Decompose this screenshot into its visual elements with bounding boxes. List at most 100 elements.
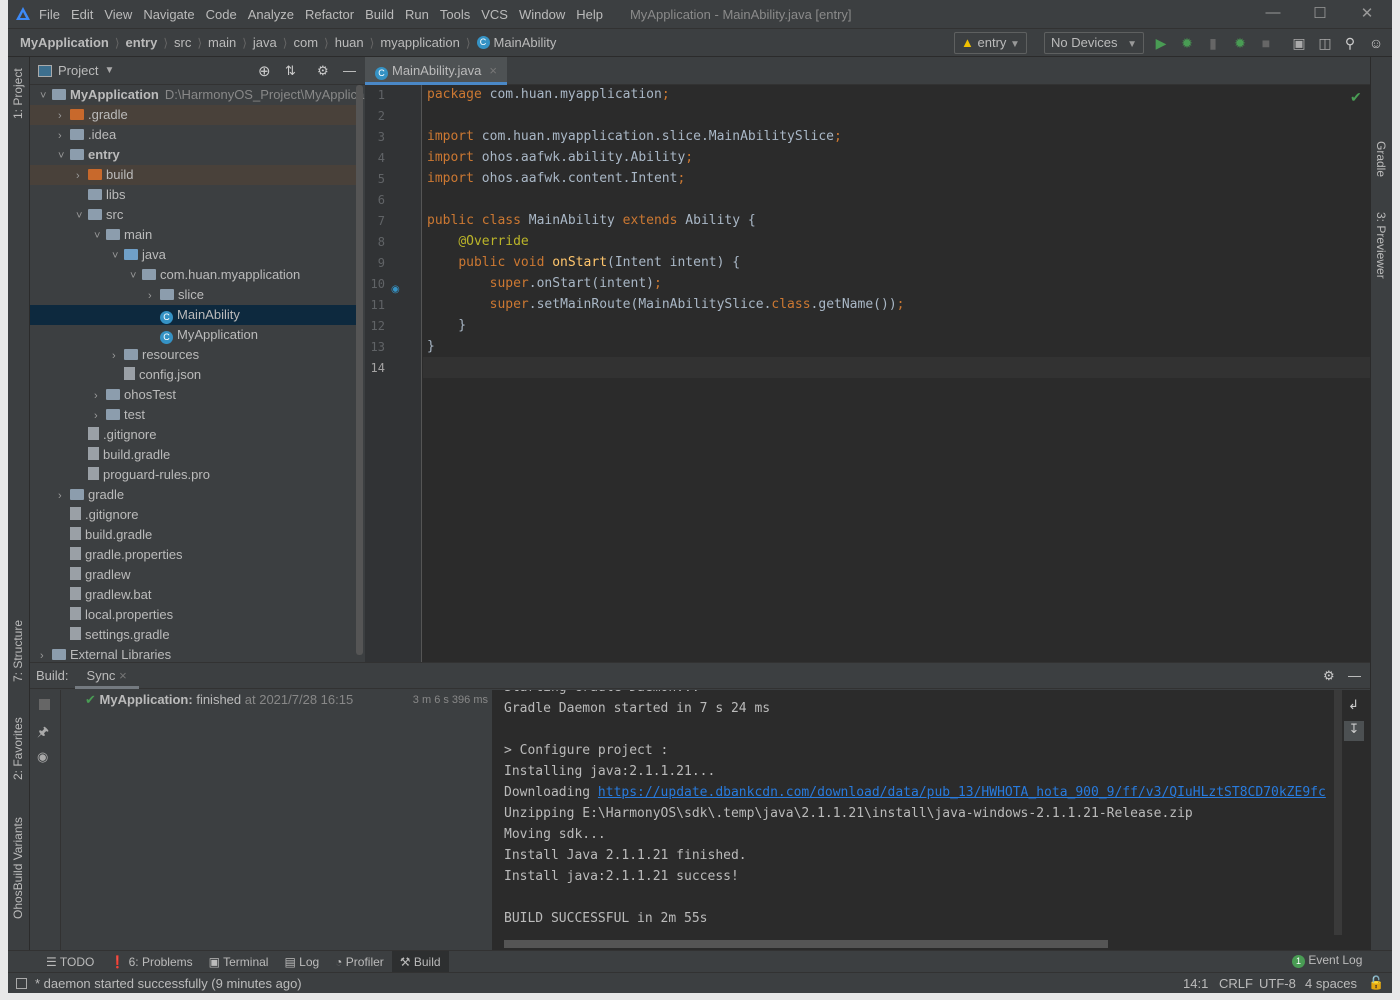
indent-setting[interactable]: 4 spaces <box>1305 976 1357 991</box>
tree-item[interactable]: › gradle <box>30 485 363 505</box>
breadcrumb-item[interactable]: main <box>208 35 236 50</box>
chevron-down-icon[interactable]: ˅ <box>76 206 88 226</box>
tab-sync[interactable]: Sync × <box>74 663 139 689</box>
menu-analyze[interactable]: Analyze <box>248 7 294 22</box>
run-icon[interactable]: ▶ <box>1153 35 1169 51</box>
chevron-down-icon[interactable]: ˅ <box>40 86 52 106</box>
collapse-all-icon[interactable]: ⇅ <box>285 63 296 79</box>
device-manager-icon[interactable]: ◫ <box>1317 35 1333 51</box>
project-scrollbar[interactable] <box>356 85 363 655</box>
close-tab-icon[interactable]: × <box>489 63 497 78</box>
chevron-down-icon[interactable]: ˅ <box>94 226 106 246</box>
tree-item[interactable]: build.gradle <box>30 445 363 465</box>
debug-icon[interactable]: ✹ <box>1179 35 1195 51</box>
tree-item[interactable]: › slice <box>30 285 363 305</box>
gear-icon[interactable]: ⚙ <box>317 63 329 79</box>
tree-item[interactable]: gradle.properties <box>30 545 363 565</box>
code-line[interactable]: package com.huan.myapplication; <box>427 87 670 102</box>
chevron-right-icon[interactable]: › <box>76 166 88 186</box>
tab-structure[interactable]: 7: Structure <box>11 620 25 682</box>
chevron-down-icon[interactable]: ˅ <box>130 266 142 286</box>
account-icon[interactable]: ☺ <box>1368 35 1384 51</box>
stop-icon[interactable] <box>39 699 50 710</box>
tree-item[interactable]: › .idea <box>30 125 363 145</box>
breadcrumb-item[interactable]: huan <box>335 35 364 50</box>
menu-navigate[interactable]: Navigate <box>143 7 194 22</box>
tree-item[interactable]: ˅ MyApplication D:\HarmonyOS_Project\MyApp… <box>30 85 364 106</box>
code-line[interactable]: import ohos.aafwk.content.Intent; <box>427 171 685 186</box>
hide-panel-icon[interactable]: — <box>1348 668 1361 683</box>
maximize-button[interactable]: ☐ <box>1305 4 1335 22</box>
breadcrumb-item[interactable]: entry <box>126 35 158 50</box>
menu-refactor[interactable]: Refactor <box>305 7 354 22</box>
tool-window-terminal[interactable]: ▣ Terminal <box>201 951 277 973</box>
menu-vcs[interactable]: VCS <box>481 7 508 22</box>
menu-build[interactable]: Build <box>365 7 394 22</box>
close-tab-icon[interactable]: × <box>119 668 127 683</box>
code-line[interactable]: import ohos.aafwk.ability.Ability; <box>427 150 693 165</box>
tree-item[interactable]: C MyApplication <box>30 325 363 345</box>
run-config-select[interactable]: ▲ entry ▼ <box>954 32 1027 54</box>
search-icon[interactable]: ⚲ <box>1342 35 1358 51</box>
line-separator[interactable]: CRLF <box>1219 976 1253 991</box>
tree-item[interactable]: local.properties <box>30 605 363 625</box>
chevron-right-icon[interactable]: › <box>58 106 70 126</box>
chevron-right-icon[interactable]: › <box>112 346 124 366</box>
tree-item[interactable]: gradlew.bat <box>30 585 363 605</box>
attach-debugger-icon[interactable]: ▮ <box>1205 35 1221 51</box>
override-marker-icon[interactable]: ◉ <box>391 284 400 295</box>
soft-wrap-icon[interactable]: ↲ <box>1348 697 1359 713</box>
chevron-right-icon[interactable]: › <box>58 126 70 146</box>
tree-item[interactable]: › ohosTest <box>30 385 363 405</box>
pin-icon[interactable]: 🖈 <box>37 723 49 745</box>
chevron-right-icon[interactable]: › <box>148 286 160 306</box>
menu-code[interactable]: Code <box>206 7 237 22</box>
tool-window-build[interactable]: ⚒ Build <box>391 950 449 973</box>
chevron-down-icon[interactable]: ˅ <box>112 246 124 266</box>
tree-item[interactable]: C MainAbility <box>30 305 363 325</box>
code-line[interactable]: @Override <box>427 234 528 249</box>
device-select[interactable]: No Devices ▼ <box>1044 32 1144 54</box>
project-view-select[interactable]: Project <box>58 63 98 78</box>
tool-window-profiler[interactable]: ◔ Profiler <box>327 951 392 973</box>
tool-window-todo[interactable]: ☰ TODO <box>38 951 102 973</box>
breadcrumb-item[interactable]: src <box>174 35 191 50</box>
caret-position[interactable]: 14:1 <box>1183 976 1208 991</box>
breadcrumb-item[interactable]: MainAbility <box>494 35 557 50</box>
breadcrumb-item[interactable]: myapplication <box>380 35 460 50</box>
tab-build-variants[interactable]: OhosBuild Variants <box>11 817 25 919</box>
eye-icon[interactable]: ◉ <box>37 749 48 765</box>
code-line[interactable]: } <box>427 339 435 354</box>
code-line[interactable]: super.setMainRoute(MainAbilitySlice.clas… <box>427 297 905 312</box>
menu-file[interactable]: File <box>39 7 60 22</box>
chevron-right-icon[interactable]: › <box>58 486 70 506</box>
chevron-right-icon[interactable]: › <box>94 386 106 406</box>
tab-gradle[interactable]: Gradle <box>1374 141 1388 177</box>
menu-tools[interactable]: Tools <box>440 7 470 22</box>
code-line[interactable]: public void onStart(Intent intent) { <box>427 255 740 270</box>
tree-item[interactable]: libs <box>30 185 363 205</box>
hide-panel-icon[interactable]: — <box>343 63 356 78</box>
tree-item[interactable]: settings.gradle <box>30 625 363 645</box>
code-line[interactable]: super.onStart(intent); <box>427 276 662 291</box>
tree-item[interactable]: ˅ entry <box>30 145 363 165</box>
tab-favorites[interactable]: 2: Favorites <box>11 717 25 780</box>
code-line[interactable]: public class MainAbility extends Ability… <box>427 213 756 228</box>
tree-item[interactable]: › build <box>30 165 363 185</box>
tab-previewer[interactable]: 3: Previewer <box>1374 212 1388 279</box>
tree-item[interactable]: › resources <box>30 345 363 365</box>
build-console[interactable]: Starting Gradle Daemon... Gradle Daemon s… <box>492 690 1370 951</box>
tab-main-ability-java[interactable]: C MainAbility.java × <box>365 57 507 85</box>
tree-item[interactable]: config.json <box>30 365 363 385</box>
stop-icon[interactable]: ■ <box>1258 35 1274 51</box>
console-hscrollbar[interactable] <box>504 940 1108 948</box>
lock-icon[interactable]: 🔓 <box>1368 975 1384 991</box>
code-line[interactable]: import com.huan.myapplication.slice.Main… <box>427 129 842 144</box>
file-encoding[interactable]: UTF-8 <box>1259 976 1296 991</box>
tree-item[interactable]: .gitignore <box>30 505 363 525</box>
chevron-down-icon[interactable]: ˅ <box>58 146 70 166</box>
minimize-button[interactable]: — <box>1258 4 1288 21</box>
menu-view[interactable]: View <box>104 7 132 22</box>
menu-help[interactable]: Help <box>576 7 603 22</box>
code-editor[interactable]: C MainAbility.java × 1 2 3 4 5 6 7 8 9 10 11 12 13 14 ◉ … <box>365 57 1370 662</box>
